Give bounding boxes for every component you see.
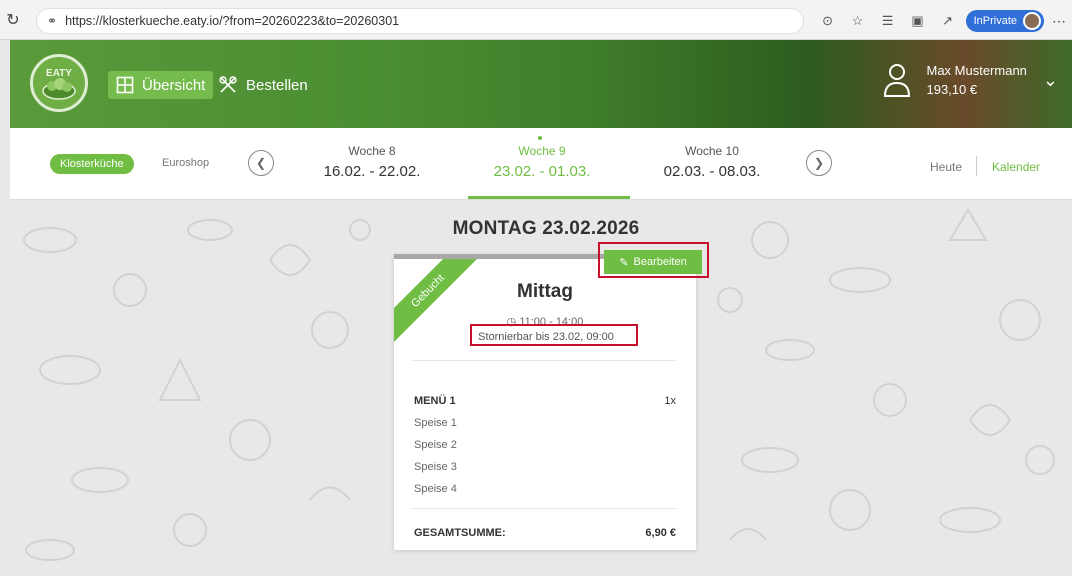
user-balance: 193,10 €: [926, 82, 978, 97]
browser-actions: ⊙ ☆ ☰ ▣ ↗ InPrivate ⋯: [816, 8, 1072, 34]
storno-highlight-box: [470, 324, 638, 346]
calendar-link[interactable]: Kalender: [992, 160, 1040, 174]
chevron-right-icon: ❯: [813, 156, 825, 170]
current-week-dot: [538, 136, 542, 140]
reload-icon[interactable]: ↻: [0, 10, 26, 30]
favorites-list-icon[interactable]: ☰: [876, 9, 900, 33]
favorite-star-icon[interactable]: ☆: [846, 9, 870, 33]
share-icon[interactable]: ↗: [936, 9, 960, 33]
chevron-down-icon[interactable]: ⌄: [1043, 70, 1058, 91]
dish-item: Speise 4: [414, 483, 457, 495]
week-tab-8[interactable]: Woche 8 16.02. - 22.02.: [302, 144, 442, 180]
meal-title: Mittag: [517, 281, 573, 302]
divider: [976, 156, 977, 176]
more-tools-icon[interactable]: ⊙: [816, 9, 840, 33]
week-tab-10[interactable]: Woche 10 02.03. - 08.03.: [642, 144, 782, 180]
user-icon: [884, 64, 911, 97]
profile-avatar: [1023, 12, 1041, 30]
next-week-button[interactable]: ❯: [806, 150, 832, 176]
app-header: EATY Übersicht Bestellen Max Mustermann …: [10, 40, 1072, 128]
week-dates: 02.03. - 08.03.: [663, 163, 761, 180]
dish-item: Speise 1: [414, 417, 457, 429]
menu-name: MENÜ 1: [414, 395, 456, 407]
url-text: https://klosterkueche.eaty.io/?from=2026…: [65, 14, 400, 28]
today-link[interactable]: Heute: [930, 160, 962, 174]
week-label: Woche 9: [518, 144, 566, 158]
eaty-logo[interactable]: EATY: [30, 54, 88, 112]
total-label: GESAMTSUMME:: [414, 527, 506, 539]
prev-week-button[interactable]: ❮: [248, 150, 274, 176]
total-value: 6,90 €: [645, 527, 676, 539]
grid-icon: [116, 76, 134, 94]
active-week-underline: [468, 196, 630, 199]
week-label: Woche 8: [348, 144, 396, 158]
week-tab-9[interactable]: Woche 9 23.02. - 01.03.: [472, 144, 612, 180]
divider: [412, 360, 676, 361]
inprivate-badge[interactable]: InPrivate: [965, 10, 1044, 32]
edit-button[interactable]: ✎ Bearbeiten: [604, 250, 702, 274]
meal-card: Gebucht Mittag ◷ 11:00 - 14:00 Stornierb…: [394, 254, 696, 550]
edit-button-label: Bearbeiten: [633, 256, 687, 268]
chevron-left-icon: ❮: [255, 156, 267, 170]
address-bar[interactable]: ⚭ https://klosterkueche.eaty.io/?from=20…: [36, 8, 804, 34]
more-menu-icon[interactable]: ⋯: [1052, 13, 1066, 30]
week-dates: 16.02. - 22.02.: [323, 163, 421, 180]
nav-order-label: Bestellen: [246, 76, 308, 94]
collections-icon[interactable]: ▣: [906, 9, 930, 33]
pencil-icon: ✎: [619, 256, 629, 269]
nav-overview-button[interactable]: Übersicht: [108, 71, 214, 99]
dish-item: Speise 3: [414, 461, 457, 473]
lock-icon: ⚭: [47, 14, 58, 28]
cutlery-icon: [218, 75, 238, 95]
inprivate-label: InPrivate: [973, 15, 1017, 27]
nav-overview-label: Übersicht: [142, 76, 206, 94]
day-heading: MONTAG 23.02.2026: [452, 218, 640, 239]
shop-tab-euroshop[interactable]: Euroshop: [162, 157, 209, 169]
week-navigation: Klosterküche Euroshop ❮ Woche 8 16.02. -…: [10, 128, 1072, 200]
week-dates: 23.02. - 01.03.: [493, 163, 591, 180]
menu-quantity: 1x: [664, 395, 676, 407]
logo-text: EATY: [46, 68, 72, 79]
week-label: Woche 10: [685, 144, 739, 158]
dish-item: Speise 2: [414, 439, 457, 451]
shop-tab-klosterkueche[interactable]: Klosterküche: [50, 154, 134, 174]
logo-graphic: EATY: [42, 68, 76, 100]
user-menu[interactable]: Max Mustermann 193,10 € ⌄: [882, 62, 1058, 98]
divider: [412, 508, 676, 509]
user-name: Max Mustermann: [926, 63, 1027, 78]
nav-order-button[interactable]: Bestellen: [218, 71, 308, 99]
